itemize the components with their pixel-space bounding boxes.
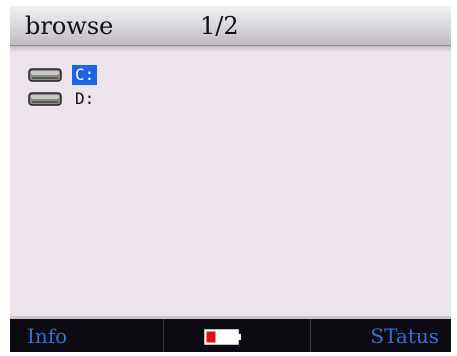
drive-item-c[interactable]: C: <box>28 64 228 88</box>
drive-list: C: D: <box>28 64 228 112</box>
drive-label: C: <box>72 65 98 85</box>
info-softkey[interactable]: Info <box>27 324 67 348</box>
title-bar: browse 1/2 <box>10 6 451 46</box>
drive-label: D: <box>75 89 95 108</box>
page-indicator: 1/2 <box>200 12 239 40</box>
status-softkey[interactable]: STatus <box>370 324 439 348</box>
hard-drive-icon <box>28 68 62 82</box>
drive-item-d[interactable]: D: <box>28 88 228 112</box>
screen-title: browse <box>25 12 114 40</box>
device-screen: browse 1/2 C: D: Info STatus <box>10 6 451 352</box>
hard-drive-icon <box>28 92 62 106</box>
title-bar-shadow <box>10 46 451 52</box>
divider <box>163 319 164 352</box>
battery-icon <box>204 329 241 345</box>
soft-key-bar: Info STatus <box>10 316 451 352</box>
divider <box>310 319 311 352</box>
